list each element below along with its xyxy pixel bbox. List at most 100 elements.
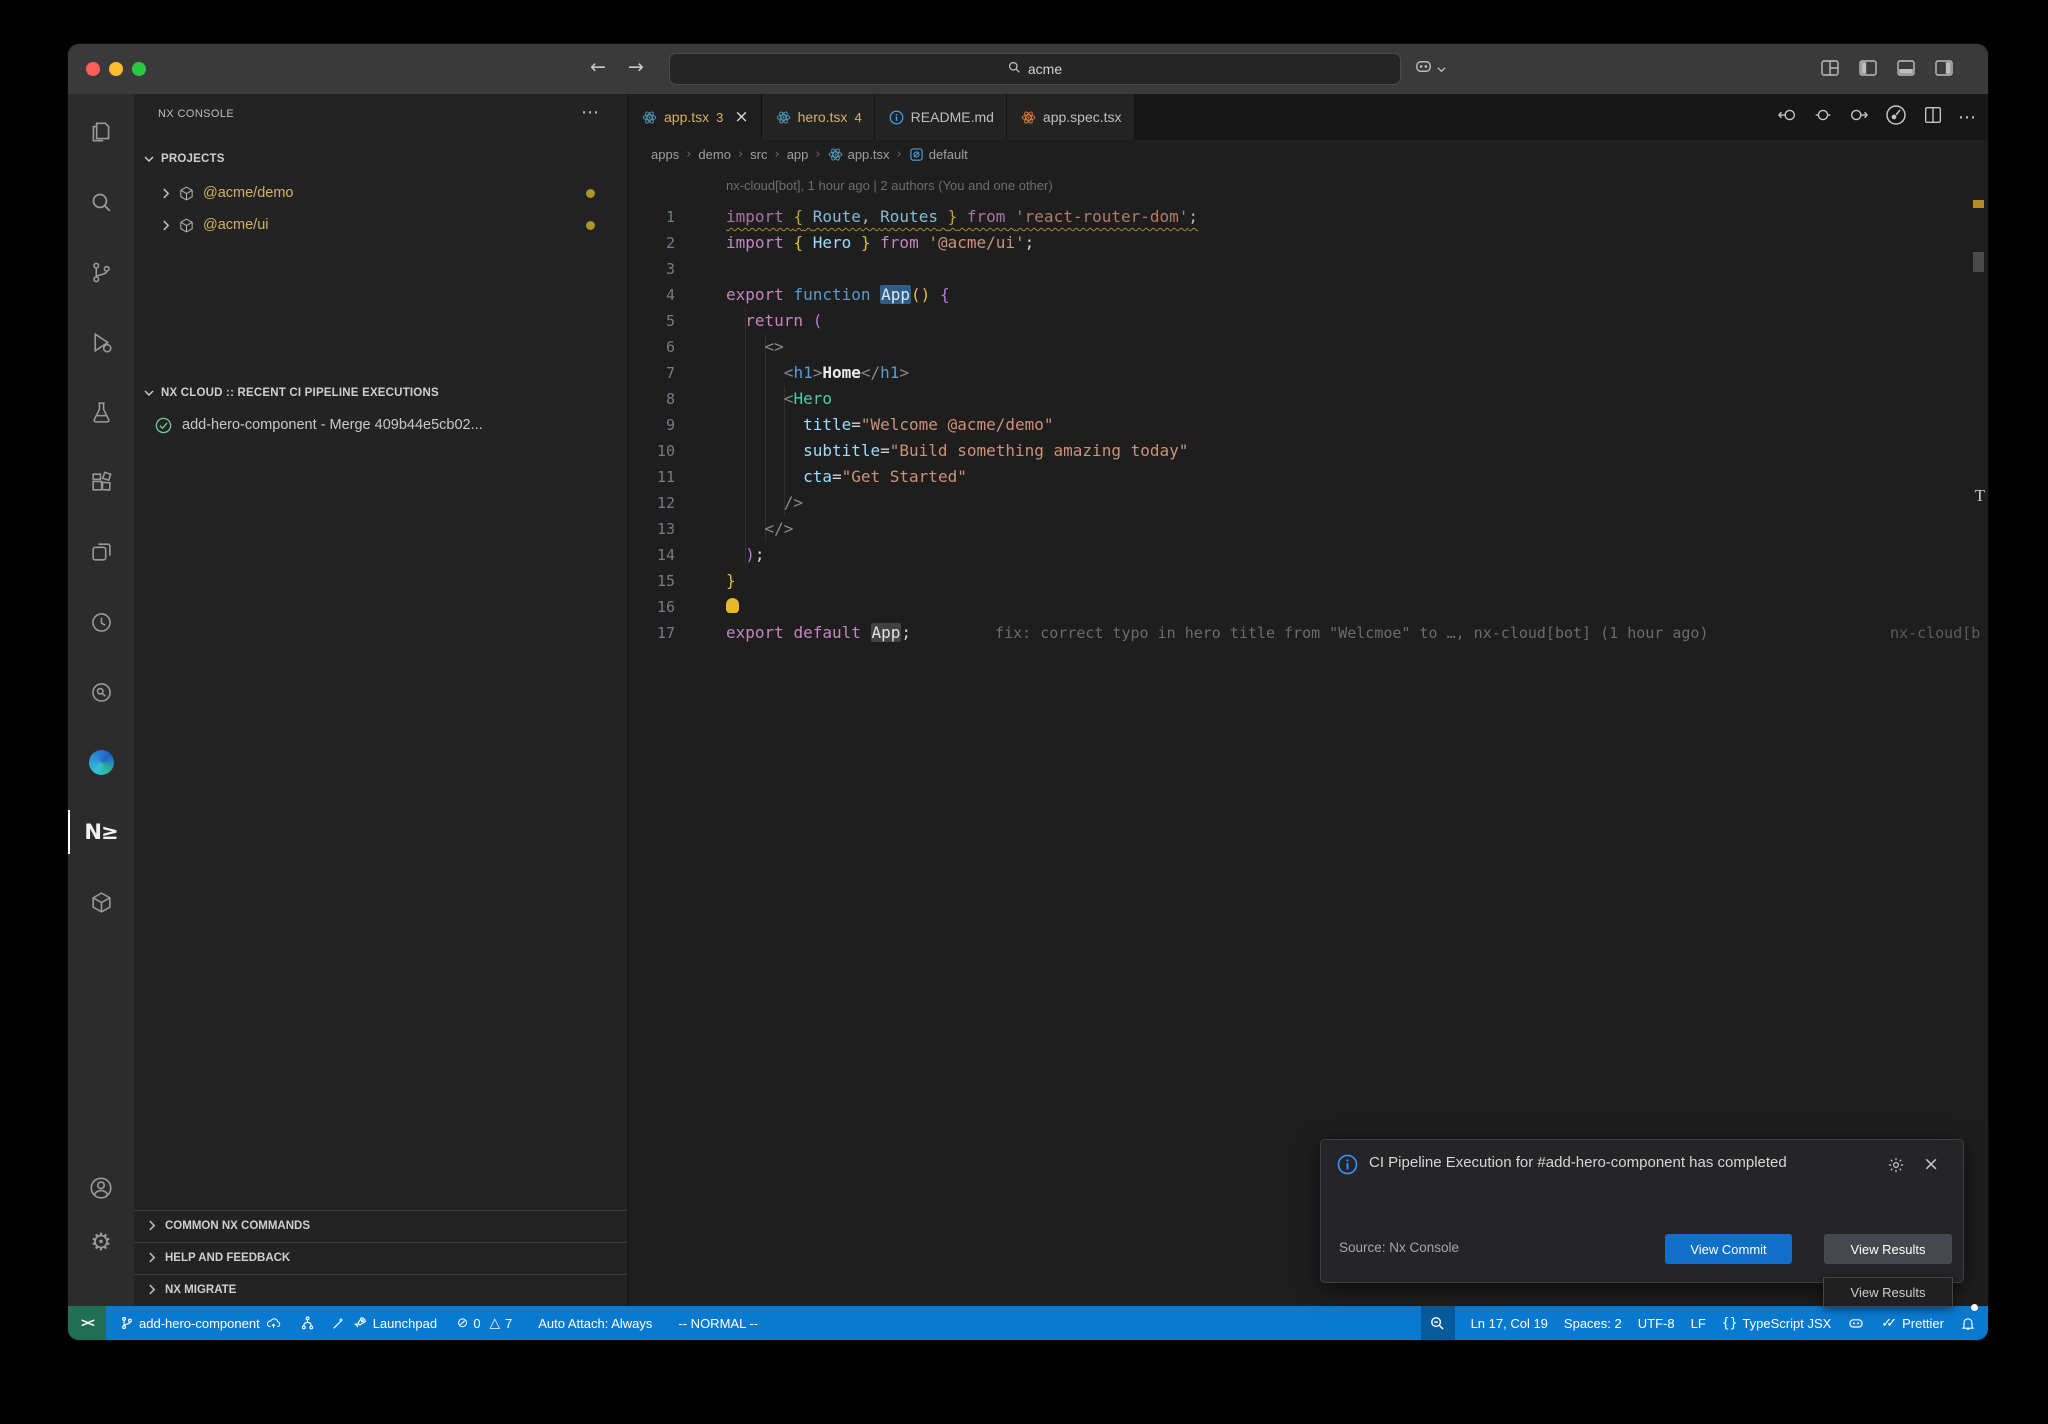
nx-console-icon[interactable]: N≥	[68, 806, 134, 858]
run-and-debug-icon[interactable]	[68, 316, 134, 368]
zoom-indicator[interactable]	[1421, 1306, 1455, 1340]
code-line-5[interactable]: 5 return (	[628, 308, 1988, 334]
section-label: NX MIGRATE	[165, 1284, 236, 1296]
code-line-17[interactable]: 17export default App;fix: correct typo i…	[628, 620, 1988, 646]
language-mode-item[interactable]: {} TypeScript JSX	[1722, 1306, 1832, 1340]
scrollbar-thumb[interactable]	[1973, 252, 1984, 272]
code-line-16[interactable]: 16	[628, 594, 1988, 620]
vim-mode-item[interactable]: -- NORMAL --	[678, 1306, 758, 1340]
notification-settings-gear-icon[interactable]	[1887, 1156, 1905, 1179]
code-line-4[interactable]: 4export function App() {	[628, 282, 1988, 308]
section-projects[interactable]: PROJECTS	[134, 146, 627, 172]
source-control-graph-item[interactable]	[300, 1306, 315, 1340]
explorer-icon[interactable]	[68, 106, 134, 158]
tab-label: app.spec.tsx	[1043, 109, 1122, 125]
section-common-nx-commands[interactable]: COMMON NX COMMANDS	[134, 1210, 627, 1240]
remote-indicator[interactable]: ><	[68, 1306, 106, 1340]
lightbulb-icon[interactable]	[726, 598, 739, 613]
code-line-13[interactable]: 13 </>	[628, 516, 1988, 542]
code-search-icon[interactable]	[68, 666, 134, 718]
extensions-icon[interactable]	[68, 456, 134, 508]
problems-item[interactable]: ⊘ 0 △ 7	[457, 1306, 512, 1340]
launchpad-item[interactable]: Launchpad	[331, 1306, 437, 1340]
breadcrumb-src[interactable]: src	[750, 147, 767, 162]
section-nx-migrate[interactable]: NX MIGRATE	[134, 1274, 627, 1304]
package-icon[interactable]	[68, 876, 134, 928]
windows-icon[interactable]	[68, 526, 134, 578]
code-line-9[interactable]: 9 title="Welcome @acme/demo"	[628, 412, 1988, 438]
navigate-forward-icon[interactable]: →	[628, 56, 644, 78]
history-icon[interactable]	[68, 596, 134, 648]
copilot-menu[interactable]	[1414, 57, 1446, 81]
run-target-icon[interactable]	[1884, 103, 1908, 132]
search-icon[interactable]	[68, 176, 134, 228]
toggle-sidebar-icon[interactable]	[1858, 58, 1878, 78]
code-line-7[interactable]: 7 <h1>Home</h1>	[628, 360, 1988, 386]
encoding-item[interactable]: UTF-8	[1638, 1306, 1675, 1340]
close-icon[interactable]: ×	[1923, 1153, 1939, 1175]
branch-name: add-hero-component	[139, 1316, 260, 1331]
minimize-window-button[interactable]	[109, 62, 123, 76]
view-results-button[interactable]: View Results	[1824, 1234, 1952, 1264]
toggle-secondary-sidebar-icon[interactable]	[1934, 58, 1954, 78]
git-blame-header: nx-cloud[bot], 1 hour ago | 2 authors (Y…	[726, 178, 1053, 193]
eol-item[interactable]: LF	[1691, 1306, 1706, 1340]
view-commit-button[interactable]: View Commit	[1665, 1234, 1792, 1264]
git-branch-item[interactable]: add-hero-component	[120, 1306, 282, 1340]
react-orange-icon	[1021, 110, 1036, 125]
code-line-14[interactable]: 14 );	[628, 542, 1988, 568]
code-line-3[interactable]: 3	[628, 256, 1988, 282]
code-line-10[interactable]: 10 subtitle="Build something amazing tod…	[628, 438, 1988, 464]
edge-devtools-icon[interactable]	[68, 736, 134, 788]
breadcrumb-app.tsx[interactable]: app.tsx	[828, 147, 890, 162]
close-icon[interactable]: ×	[734, 107, 748, 127]
tab-hero.tsx[interactable]: hero.tsx4	[762, 94, 875, 140]
customize-layout-icon[interactable]	[1820, 58, 1840, 78]
cursor-position-item[interactable]: Ln 17, Col 19	[1471, 1306, 1548, 1340]
code-line-6[interactable]: 6 <>	[628, 334, 1988, 360]
section-help-and-feedback[interactable]: HELP AND FEEDBACK	[134, 1242, 627, 1272]
navigate-back-icon[interactable]: ←	[590, 56, 606, 78]
zoom-window-button[interactable]	[132, 62, 146, 76]
line-number: 13	[628, 516, 675, 542]
code-line-2[interactable]: 2import { Hero } from '@acme/ui';	[628, 230, 1988, 256]
tab-app.tsx[interactable]: app.tsx3×	[628, 94, 762, 140]
close-window-button[interactable]	[86, 62, 100, 76]
navigate-forward-circle-icon[interactable]	[1848, 104, 1870, 131]
prettier-item[interactable]: ✓✓ Prettier	[1881, 1306, 1944, 1340]
testing-beaker-icon[interactable]	[68, 386, 134, 438]
circle-icon[interactable]	[1812, 104, 1834, 131]
pipeline-execution-item[interactable]: add-hero-component - Merge 409b44e5cb02.…	[134, 410, 627, 440]
code-line-1[interactable]: 1import { Route, Routes } from 'react-ro…	[628, 204, 1988, 230]
indentation-item[interactable]: Spaces: 2	[1564, 1306, 1622, 1340]
code-line-11[interactable]: 11 cta="Get Started"	[628, 464, 1988, 490]
auto-attach-item[interactable]: Auto Attach: Always	[538, 1306, 652, 1340]
indent-guide	[765, 334, 766, 542]
error-icon: ⊘	[457, 1315, 468, 1331]
project-item-@acme/ui[interactable]: @acme/ui	[134, 210, 627, 240]
tab-app.spec.tsx[interactable]: app.spec.tsx	[1007, 94, 1135, 140]
more-actions-icon[interactable]: ⋯	[581, 102, 599, 123]
breadcrumb-app[interactable]: app	[787, 147, 809, 162]
more-actions-icon[interactable]: ⋯	[1958, 107, 1976, 128]
notifications-bell-item[interactable]	[1960, 1306, 1976, 1340]
code-line-12[interactable]: 12 />	[628, 490, 1988, 516]
tab-README.md[interactable]: README.md	[875, 94, 1007, 140]
toggle-panel-icon[interactable]	[1896, 58, 1916, 78]
notification-dot	[1971, 1304, 1978, 1311]
breadcrumb-demo[interactable]: demo	[698, 147, 731, 162]
command-center-search[interactable]: acme	[669, 53, 1401, 85]
code-area[interactable]: nx-cloud[bot], 1 hour ago | 2 authors (Y…	[628, 168, 1988, 1306]
settings-gear-icon[interactable]: ⚙	[68, 1216, 134, 1268]
source-control-icon[interactable]	[68, 246, 134, 298]
breadcrumb-apps[interactable]: apps	[651, 147, 679, 162]
breadcrumb-default[interactable]: default	[909, 147, 968, 162]
account-icon[interactable]	[68, 1162, 134, 1214]
project-item-@acme/demo[interactable]: @acme/demo	[134, 178, 627, 208]
split-editor-icon[interactable]	[1922, 104, 1944, 131]
code-line-15[interactable]: 15}	[628, 568, 1988, 594]
navigate-back-circle-icon[interactable]	[1776, 104, 1798, 131]
copilot-status-item[interactable]	[1847, 1306, 1865, 1340]
code-line-8[interactable]: 8 <Hero	[628, 386, 1988, 412]
section-nx-cloud[interactable]: NX CLOUD :: RECENT CI PIPELINE EXECUTION…	[134, 380, 627, 406]
